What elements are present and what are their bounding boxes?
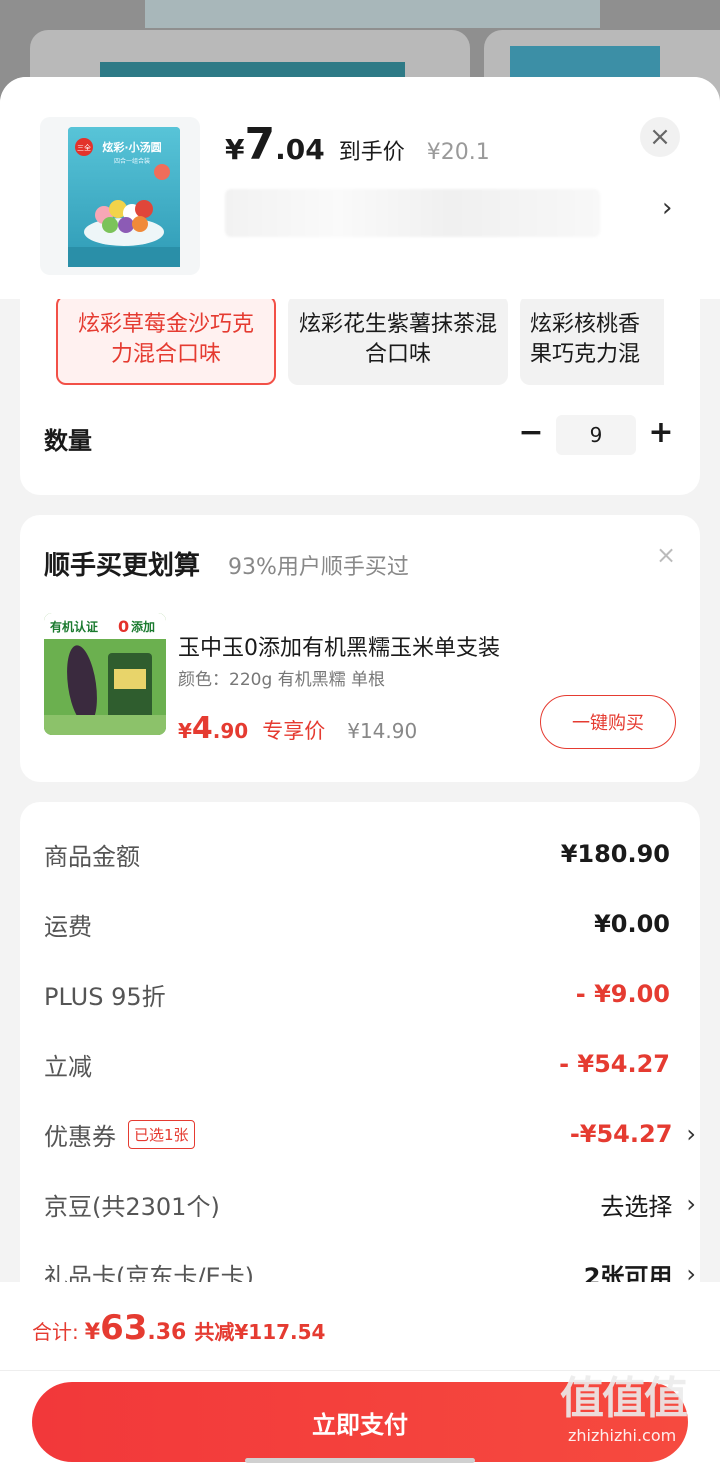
variant-card: 炫彩草莓金沙巧克力混合口味 炫彩花生紫薯抹茶混合口味 炫彩核桃香果巧克力混 数量… (20, 277, 700, 495)
total-label: 合计: (32, 1320, 79, 1344)
addon-recommendation-card: 顺手买更划算 93%用户顺手买过 × 有机认证 0 添加 玉中玉0添加有机黑糯玉… (20, 515, 700, 782)
image-label-organic: 有机认证 (50, 619, 98, 634)
row-label: 京豆(共2301个) (44, 1192, 220, 1221)
addon-original-price: ¥14.90 (347, 719, 418, 743)
addon-title: 顺手买更划算 (44, 551, 201, 581)
total-saved: 共减¥117.54 (194, 1320, 326, 1344)
quantity-increase-button[interactable]: + (646, 412, 676, 452)
watermark-url: zhizhizhi.com (568, 1426, 677, 1445)
coupon-label-group: 优惠券 已选1张 (44, 1117, 195, 1152)
close-icon: × (649, 122, 671, 152)
addon-price: ¥ 4 .90 专享价 ¥14.90 (178, 711, 417, 746)
addon-product-image[interactable]: 有机认证 0 添加 (44, 613, 166, 735)
row-value: - ¥54.27 (559, 1050, 670, 1078)
row-value: ¥180.90 (560, 840, 670, 868)
variant-option[interactable]: 炫彩花生紫薯抹茶混合口味 (288, 295, 508, 385)
summary-row-jd-beans[interactable]: 京豆(共2301个) 去选择 › (44, 1184, 696, 1224)
summary-row-goods-amount: 商品金额 ¥180.90 (44, 834, 670, 874)
addon-close-icon[interactable]: × (656, 541, 676, 569)
checkout-bottom-bar: 合计: ¥ 63 .36 共减¥117.54 立即支付 值值值 zhizhizh… (0, 1282, 720, 1468)
chevron-right-icon: › (686, 1190, 696, 1218)
summary-row-shipping: 运费 ¥0.00 (44, 904, 670, 944)
product-package-image: 三全 炫彩·小汤圆 四合一组合装 (68, 127, 180, 267)
total-amount: 合计: ¥ 63 .36 共减¥117.54 (32, 1308, 325, 1348)
original-price: ¥20.1 (426, 140, 490, 165)
price-integer: 4 (191, 711, 213, 746)
background-topbar (145, 0, 600, 28)
selected-spec-blurred[interactable] (225, 189, 600, 237)
variant-option-selected[interactable]: 炫彩草莓金沙巧克力混合口味 (56, 295, 276, 385)
addon-subtitle: 93%用户顺手买过 (228, 555, 409, 580)
one-click-buy-button[interactable]: 一键购买 (540, 695, 676, 749)
currency-symbol: ¥ (178, 719, 192, 743)
exclusive-price-label: 专享价 (262, 719, 326, 743)
chevron-right-icon[interactable]: › (662, 193, 672, 223)
row-label: 优惠券 (44, 1122, 116, 1151)
row-value: 去选择 (600, 1192, 673, 1221)
row-label: 运费 (44, 912, 92, 941)
variant-option[interactable]: 炫彩核桃香果巧克力混 (520, 295, 664, 385)
brand-badge-text: 三全 (77, 143, 91, 152)
coupon-selected-badge: 已选1张 (128, 1119, 195, 1149)
currency-symbol: ¥ (84, 1320, 101, 1345)
total-decimal: .36 (147, 1320, 187, 1345)
variant-label: 炫彩花生紫薯抹茶混合口味 (298, 312, 497, 367)
package-title-text: 炫彩·小汤圆 (102, 140, 161, 154)
image-label-additive: 添加 (131, 619, 155, 634)
addon-product-spec: 颜色：220g 有机黑糯 单根 (178, 670, 386, 690)
variant-label: 炫彩核桃香果巧克力混 (530, 312, 641, 367)
total-integer: 63 (100, 1308, 148, 1348)
chevron-right-icon: › (686, 1120, 696, 1148)
quantity-decrease-button[interactable]: − (516, 412, 546, 452)
row-label: 立减 (44, 1052, 92, 1081)
order-summary-card: 商品金额 ¥180.90 运费 ¥0.00 PLUS 95折 - ¥9.00 立… (20, 802, 700, 1362)
row-label: PLUS 95折 (44, 982, 166, 1011)
product-thumbnail: 三全 炫彩·小汤圆 四合一组合装 (40, 117, 200, 275)
jd-beans-value-group: 去选择 › (600, 1187, 696, 1222)
image-label-zero: 0 (118, 617, 129, 636)
checkout-sheet: 炫彩草莓金沙巧克力混合口味 炫彩花生紫薯抹茶混合口味 炫彩核桃香果巧克力混 数量… (0, 77, 720, 1468)
corn-product-image: 有机认证 0 添加 (44, 613, 166, 735)
quantity-label: 数量 (44, 427, 92, 455)
row-value: - ¥9.00 (575, 980, 670, 1008)
coupon-value-group: -¥54.27 › (570, 1120, 696, 1148)
summary-row-plus-discount: PLUS 95折 - ¥9.00 (44, 974, 670, 1014)
price-decimal: .04 (275, 133, 325, 166)
variant-label: 炫彩草莓金沙巧克力混合口味 (77, 312, 254, 367)
watermark: 值值值 zhizhizhi.com (560, 1362, 710, 1462)
addon-product-name[interactable]: 玉中玉0添加有机黑糯玉米单支装 (178, 630, 500, 662)
home-indicator (245, 1458, 475, 1463)
row-value: -¥54.27 (569, 1120, 673, 1148)
summary-row-instant-discount: 立减 - ¥54.27 (44, 1044, 670, 1084)
final-price: ¥ 7 .04 到手价 ¥20.1 (225, 119, 490, 170)
watermark-logo: 值值值 (560, 1373, 688, 1424)
currency-symbol: ¥ (225, 133, 245, 166)
package-subtitle-text: 四合一组合装 (114, 157, 150, 165)
price-integer: 7 (244, 119, 276, 170)
row-label: 商品金额 (44, 842, 140, 871)
price-decimal: .90 (212, 719, 249, 743)
quantity-input[interactable]: 9 (556, 415, 636, 455)
row-value: ¥0.00 (594, 910, 670, 938)
close-button[interactable]: × (640, 117, 680, 157)
sheet-header: 三全 炫彩·小汤圆 四合一组合装 ¥ 7 .04 到手价 ¥20.1 × › (0, 77, 720, 299)
summary-row-coupon[interactable]: 优惠券 已选1张 -¥54.27 › (44, 1114, 696, 1154)
price-tag-label: 到手价 (338, 140, 405, 165)
